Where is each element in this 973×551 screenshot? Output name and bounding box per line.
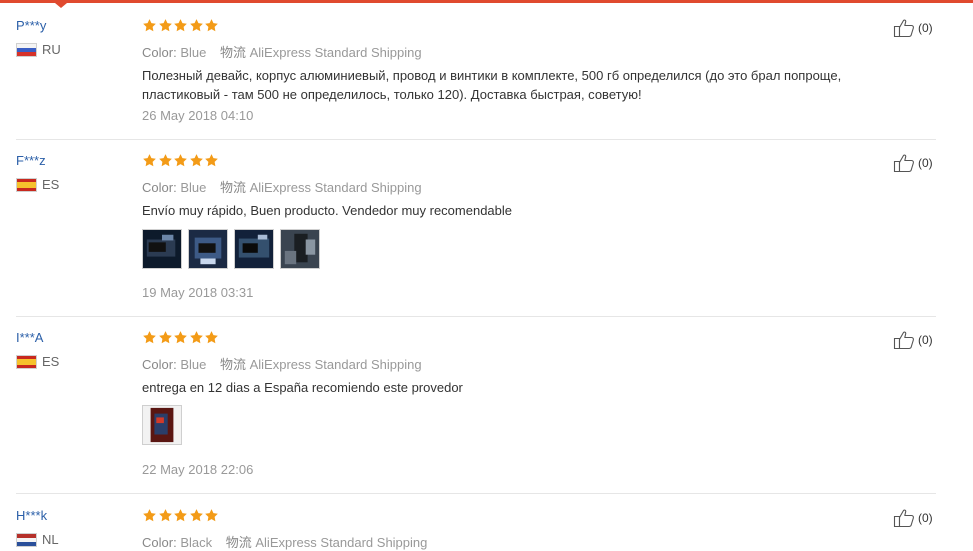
- review-item: I***A ES Color: Blue 物流 AliExpress Stand…: [16, 330, 936, 480]
- star-icon: [204, 18, 219, 33]
- shipping-label: 物流: [219, 180, 246, 195]
- star-icon: [189, 18, 204, 33]
- reviewer-country: NL: [16, 532, 59, 547]
- helpful-button[interactable]: (0): [893, 18, 933, 38]
- helpful-count: (0): [918, 511, 933, 525]
- star-icon: [158, 508, 173, 523]
- review-date: 19 May 2018 03:31: [142, 285, 254, 300]
- star-icon: [189, 330, 204, 345]
- star-icon: [173, 18, 188, 33]
- top-tab-caret: [55, 3, 67, 8]
- shipping-label: 物流: [219, 45, 246, 60]
- star-icon: [142, 508, 157, 523]
- star-rating: [142, 153, 220, 168]
- reviewer-country: RU: [16, 42, 61, 57]
- thumbs-up-icon: [893, 153, 918, 173]
- reviewer-name[interactable]: H***k: [16, 508, 47, 523]
- helpful-count: (0): [918, 21, 933, 35]
- order-info: Color: Blue 物流 AliExpress Standard Shipp…: [142, 42, 422, 61]
- star-icon: [158, 153, 173, 168]
- review-date: 22 May 2018 22:06: [142, 462, 254, 477]
- review-item: H***k NL Color: Black 物流 AliExpress Stan…: [16, 508, 936, 550]
- review-text: Полезный девайс, корпус алюминиевый, про…: [142, 68, 842, 102]
- star-icon: [142, 153, 157, 168]
- review-photo-thumbnail[interactable]: [142, 405, 182, 445]
- star-icon: [158, 18, 173, 33]
- country-code: NL: [42, 532, 59, 547]
- star-icon: [204, 153, 219, 168]
- country-code: ES: [42, 354, 60, 369]
- star-icon: [204, 508, 219, 523]
- star-icon: [173, 330, 188, 345]
- star-icon: [173, 153, 188, 168]
- star-icon: [142, 330, 157, 345]
- order-info: Color: Blue 物流 AliExpress Standard Shipp…: [142, 177, 422, 196]
- helpful-count: (0): [918, 156, 933, 170]
- color-label: Color:: [142, 357, 177, 372]
- thumbs-up-icon: [893, 330, 918, 350]
- star-icon: [189, 153, 204, 168]
- review-item: F***z ES Color: Blue 物流 AliExpress Stand…: [16, 153, 936, 303]
- shipping-value: AliExpress Standard Shipping: [249, 357, 422, 372]
- helpful-count: (0): [918, 333, 933, 347]
- flag-es-icon: [16, 177, 37, 192]
- order-info: Color: Black 物流 AliExpress Standard Ship…: [142, 532, 427, 551]
- star-rating: [142, 330, 220, 345]
- review-photo-thumbnail[interactable]: [280, 229, 320, 269]
- star-icon: [204, 330, 219, 345]
- review-photo-thumbnail[interactable]: [234, 229, 274, 269]
- color-value: Blue: [180, 357, 207, 372]
- reviewer-country: ES: [16, 354, 59, 369]
- reviewer-name[interactable]: I***A: [16, 330, 43, 345]
- review-photo-thumbnail[interactable]: [142, 229, 182, 269]
- star-icon: [189, 508, 204, 523]
- review-photos: [142, 405, 188, 445]
- review-photos: [142, 229, 326, 269]
- review-text: entrega en 12 dias a España recomiendo e…: [142, 380, 463, 395]
- helpful-button[interactable]: (0): [893, 153, 933, 173]
- star-icon: [158, 330, 173, 345]
- star-icon: [142, 18, 157, 33]
- reviewer-name[interactable]: F***z: [16, 153, 46, 168]
- divider: [16, 316, 936, 317]
- divider: [16, 493, 936, 494]
- shipping-value: AliExpress Standard Shipping: [249, 45, 422, 60]
- color-label: Color:: [142, 180, 177, 195]
- helpful-button[interactable]: (0): [893, 330, 933, 350]
- review-date: 26 May 2018 04:10: [142, 108, 254, 123]
- country-code: ES: [42, 177, 60, 192]
- color-value: Blue: [180, 180, 207, 195]
- flag-es-icon: [16, 354, 37, 369]
- star-rating: [142, 508, 220, 523]
- thumbs-up-icon: [893, 508, 918, 528]
- reviewer-country: ES: [16, 177, 59, 192]
- star-rating: [142, 18, 220, 33]
- color-value: Blue: [180, 45, 207, 60]
- shipping-label: 物流: [219, 357, 246, 372]
- top-accent-bar: [0, 0, 973, 3]
- country-code: RU: [42, 42, 61, 57]
- review-photo-thumbnail[interactable]: [188, 229, 228, 269]
- divider: [16, 139, 936, 140]
- review-item: P***y RU Color: Blue 物流 AliExpress Stand…: [16, 18, 936, 128]
- thumbs-up-icon: [893, 18, 918, 38]
- order-info: Color: Blue 物流 AliExpress Standard Shipp…: [142, 354, 422, 373]
- review-text: Envío muy rápido, Buen producto. Vendedo…: [142, 203, 513, 218]
- shipping-value: AliExpress Standard Shipping: [249, 180, 422, 195]
- flag-ru-icon: [16, 42, 37, 57]
- helpful-button[interactable]: (0): [893, 508, 933, 528]
- reviewer-name[interactable]: P***y: [16, 18, 46, 33]
- star-icon: [173, 508, 188, 523]
- flag-nl-icon: [16, 532, 37, 547]
- color-label: Color:: [142, 45, 177, 60]
